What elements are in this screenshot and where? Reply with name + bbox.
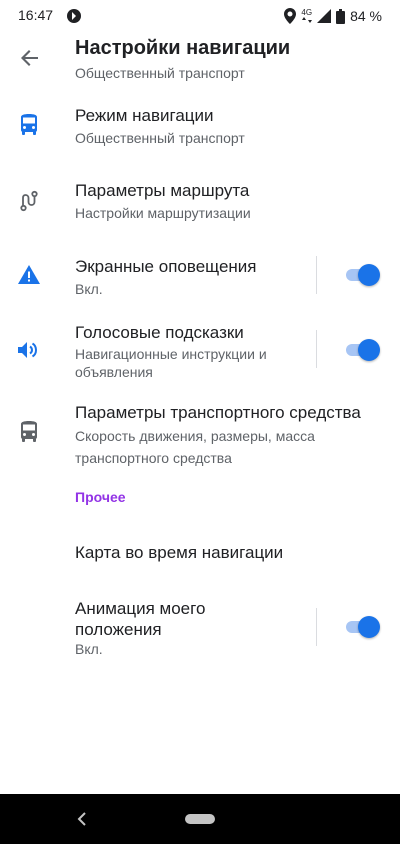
status-bar: 16:47 4G 84 % [0,0,400,32]
toggle-divider [316,330,317,368]
app-notification-icon [67,9,81,23]
setting-vehicle-parameters[interactable]: Параметры транспортного средства Скорост… [0,392,400,472]
warning-icon [18,264,40,286]
setting-title: Режим навигации [75,106,214,125]
signal-icon [317,9,332,23]
page-subtitle: Общественный транспорт [75,65,245,81]
toggle-thumb [358,616,380,638]
section-header-other: Прочее [75,489,126,505]
status-icons: 4G 84 % [284,6,382,26]
setting-title: Голосовые подсказки [75,323,244,342]
setting-subtitle: Вкл. [75,281,103,297]
setting-title: Параметры транспортного средства [75,403,361,422]
setting-title: Анимация моего положения [75,599,206,639]
nav-home-pill[interactable] [185,814,215,824]
network-indicator: 4G [301,9,312,23]
setting-navigation-mode[interactable]: Режим навигации Общественный транспорт [0,96,400,162]
setting-route-options[interactable]: Параметры маршрута Настройки маршрутизац… [0,170,400,236]
data-arrows-icon [301,17,312,23]
back-button[interactable] [14,42,46,74]
speaker-icon [18,339,40,361]
toggle-divider [316,608,317,646]
setting-subtitle: Вкл. [75,641,103,657]
toggle-thumb [358,264,380,286]
setting-subtitle: Навигационные инструкции и объявления [75,346,267,380]
toggle-divider [316,256,317,294]
battery-icon [336,8,346,24]
route-icon [18,190,40,212]
setting-title: Экранные оповещения [75,257,257,276]
screen: 16:47 4G 84 % Настройки навигации Общест… [0,0,400,844]
location-icon [284,8,297,24]
network-type-label: 4G [301,8,313,17]
page-title: Настройки навигации [75,37,291,59]
setting-title: Карта во время навигации [75,543,284,562]
system-nav-bar [0,794,400,844]
setting-title: Параметры маршрута [75,181,250,200]
setting-map-during-navigation[interactable]: Карта во время навигации [0,530,400,580]
status-time: 16:47 [18,7,54,23]
setting-location-animation[interactable]: Анимация моего положения Вкл. [0,588,400,664]
setting-voice-guidance[interactable]: Голосовые подсказки Навигационные инстру… [0,312,400,384]
bus-icon [18,114,40,136]
location-animation-toggle[interactable] [344,615,380,639]
setting-screen-alerts[interactable]: Экранные оповещения Вкл. [0,245,400,309]
vehicle-icon [18,421,40,443]
voice-guidance-toggle[interactable] [344,338,380,362]
app-bar: Настройки навигации Общественный транспо… [0,32,400,88]
toggle-thumb [358,339,380,361]
nav-back-icon[interactable] [74,810,92,828]
arrow-back-icon [21,50,38,66]
setting-subtitle: Общественный транспорт [75,130,245,146]
setting-subtitle: Настройки маршрутизации [75,205,251,221]
battery-percentage: 84 % [350,8,382,24]
setting-subtitle: Скорость движения, размеры, масса трансп… [75,428,315,466]
screen-alerts-toggle[interactable] [344,263,380,287]
